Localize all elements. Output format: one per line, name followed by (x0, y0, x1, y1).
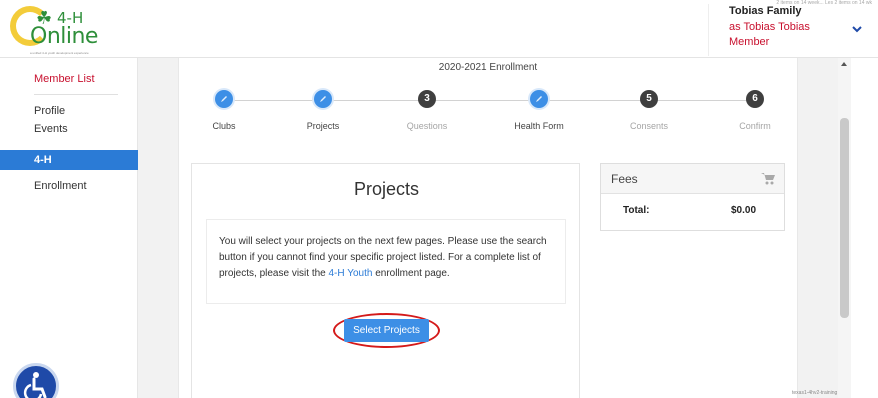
app-header: ☘ 4-H Online a unified 4-H youth develop… (0, 0, 878, 58)
sidebar-item-enrollment[interactable]: Enrollment (34, 179, 87, 193)
pencil-icon (221, 96, 227, 102)
page-scrollbar[interactable] (838, 58, 851, 398)
sidebar-item-profile[interactable]: Profile (34, 104, 65, 118)
sidebar-item-member-list[interactable]: Member List (34, 72, 95, 86)
projects-info-box: You will select your projects on the nex… (206, 219, 566, 304)
step-label: Consents (629, 121, 669, 131)
step-number-badge: 6 (746, 90, 764, 108)
4h-youth-link[interactable]: 4-H Youth (329, 268, 373, 279)
step-confirm[interactable]: 6 Confirm (715, 90, 795, 131)
shopping-cart-icon (761, 173, 775, 185)
user-as-label: as Tobias Tobias (729, 21, 810, 33)
select-projects-button[interactable]: Select Projects (344, 319, 429, 342)
user-menu[interactable]: Tobias Family as Tobias Tobias Member (708, 4, 868, 56)
step-questions[interactable]: 3 Questions (387, 90, 467, 131)
logo-online-text: Online (30, 24, 98, 49)
pencil-icon (536, 96, 542, 102)
step-number-badge: 5 (640, 90, 658, 108)
sidebar: Member List Profile Events 4-H Enrollmen… (0, 58, 138, 398)
step-edit-badge (530, 90, 548, 108)
4h-online-logo[interactable]: ☘ 4-H Online a unified 4-H youth develop… (10, 4, 120, 55)
projects-title: Projects (353, 179, 420, 199)
step-label: Health Form (514, 121, 564, 131)
wheelchair-icon (23, 372, 47, 398)
user-family-name: Tobias Family (729, 5, 802, 17)
step-edit-badge (314, 90, 332, 108)
step-health-form[interactable]: Health Form (499, 90, 579, 131)
sidebar-item-events[interactable]: Events (34, 122, 68, 136)
scrollbar-thumb[interactable] (840, 118, 849, 318)
enrollment-title: 2020-2021 Enrollment (438, 62, 538, 73)
step-label: Questions (406, 121, 448, 131)
step-consents[interactable]: 5 Consents (609, 90, 689, 131)
sidebar-section-4h[interactable]: 4-H (0, 150, 138, 170)
fees-header: Fees (601, 164, 784, 194)
fees-total-label: Total: (623, 205, 650, 216)
step-edit-badge (215, 90, 233, 108)
sidebar-divider (34, 94, 118, 95)
fees-card: Fees Total: $0.00 (600, 163, 785, 231)
step-label: Projects (306, 121, 340, 131)
step-label: Confirm (739, 121, 771, 131)
pencil-icon (320, 96, 326, 102)
info-text-end: enrollment page. (372, 268, 450, 279)
scroll-up-arrow-icon[interactable] (841, 62, 847, 66)
step-number-badge: 3 (418, 90, 436, 108)
chevron-down-icon[interactable] (850, 22, 864, 36)
accessibility-button[interactable] (13, 363, 59, 398)
logo-tagline: a unified 4-H youth development experien… (30, 51, 89, 55)
user-role: Member (729, 36, 770, 48)
projects-card: Projects You will select your projects o… (191, 163, 580, 398)
step-label: Clubs (212, 121, 236, 131)
fees-total-value: $0.00 (731, 205, 757, 216)
environment-tag: texas1-4hv2-training (792, 390, 838, 396)
step-projects[interactable]: Projects (283, 90, 363, 131)
fees-title: Fees (611, 172, 638, 186)
step-clubs[interactable]: Clubs (184, 90, 264, 131)
